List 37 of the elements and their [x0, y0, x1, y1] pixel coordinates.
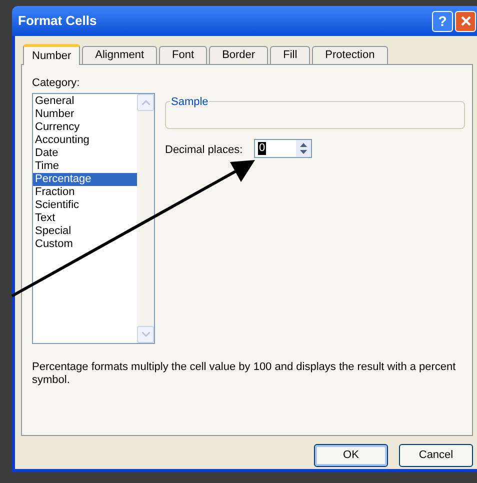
- tab[interactable]: Font: [159, 46, 208, 64]
- up-arrow-icon: [300, 143, 307, 147]
- scrollbar[interactable]: [137, 94, 154, 343]
- close-icon: [460, 15, 472, 27]
- category-item[interactable]: Time: [33, 160, 137, 173]
- category-item[interactable]: Fraction: [33, 186, 137, 199]
- category-item[interactable]: Date: [33, 147, 137, 160]
- category-item[interactable]: Special: [33, 225, 137, 238]
- decimal-places-value: 0: [258, 142, 266, 155]
- tab[interactable]: Border: [209, 46, 268, 64]
- tab[interactable]: Alignment: [82, 46, 158, 64]
- category-item[interactable]: Custom: [33, 238, 137, 251]
- close-button[interactable]: [455, 10, 476, 32]
- window-title: Format Cells: [18, 12, 98, 30]
- category-label: Category:: [32, 76, 80, 91]
- scroll-down-button[interactable]: [137, 326, 154, 343]
- decimal-places-label: Decimal places:: [165, 143, 243, 158]
- decimal-places-spinner[interactable]: 0: [254, 139, 312, 158]
- category-item[interactable]: Number: [33, 108, 137, 121]
- category-item[interactable]: Percentage: [33, 173, 137, 186]
- tab[interactable]: Number: [23, 44, 80, 65]
- description-text: Percentage formats multiply the cell value by 100 and displays the result with a percent symbol.: [32, 361, 457, 387]
- cancel-button[interactable]: Cancel: [399, 444, 473, 467]
- category-item[interactable]: Scientific: [33, 199, 137, 212]
- scroll-up-button[interactable]: [137, 94, 154, 111]
- sample-label: Sample: [170, 94, 210, 110]
- down-arrow-icon: [300, 150, 307, 154]
- tab[interactable]: Fill: [270, 46, 310, 64]
- tab[interactable]: Protection: [312, 46, 388, 64]
- category-item[interactable]: Text: [33, 212, 137, 225]
- category-item[interactable]: General: [33, 95, 137, 108]
- ok-button[interactable]: OK: [314, 444, 388, 467]
- category-list[interactable]: General Number Currency Accounting Date Time Percentage Fraction Scientific Text Special Custom: [32, 93, 155, 344]
- category-item[interactable]: Currency: [33, 121, 137, 134]
- help-button[interactable]: ?: [432, 10, 453, 32]
- category-item[interactable]: Accounting: [33, 134, 137, 147]
- spin-buttons[interactable]: [296, 140, 311, 157]
